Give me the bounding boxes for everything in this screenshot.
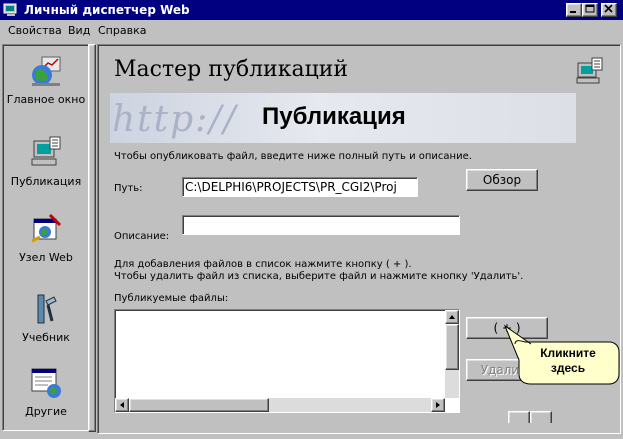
minimize-icon (570, 11, 576, 13)
app-icon (3, 3, 17, 16)
arrow-right-icon (436, 402, 440, 408)
wizard-next-button[interactable] (530, 411, 552, 423)
maximize-icon (585, 4, 595, 13)
list-vscroll[interactable] (445, 310, 459, 398)
callout-line-1: Кликните (540, 346, 596, 360)
sidebar-splitter[interactable] (88, 44, 96, 432)
sidebar-item-web-node[interactable]: Узел Web (3, 211, 89, 264)
publish-computer-icon (31, 136, 61, 166)
banner: http:// Публикация (110, 93, 576, 143)
list-hscroll[interactable] (115, 398, 445, 412)
tutorial-tools-icon (37, 294, 57, 324)
browse-button[interactable]: Обзор (466, 169, 538, 191)
list-scroll-left[interactable] (115, 398, 129, 412)
sidebar-item-home[interactable]: Главное окно (3, 53, 89, 106)
publish-header-icon (576, 57, 603, 84)
path-label: Путь: (114, 183, 143, 194)
arrow-up-icon (449, 315, 455, 319)
arrow-left-icon (120, 402, 124, 408)
menu-bar: Свойства Вид Справка (0, 20, 623, 40)
files-label: Публикуемые файлы: (114, 293, 229, 304)
sidebar-item-other[interactable]: Другие (3, 365, 89, 418)
list-scroll-thumb[interactable] (445, 324, 459, 370)
menu-properties[interactable]: Свойства (8, 24, 62, 37)
sidebar-item-label: Главное окно (6, 93, 86, 106)
menu-view[interactable]: Вид (68, 24, 90, 37)
page-title: Мастер публикаций (114, 57, 349, 82)
list-hscroll-thumb[interactable] (129, 398, 269, 412)
sidebar: Главное окно Публикация Узел Web Учебник (2, 44, 90, 431)
title-bar: Личный диспетчер Web (0, 0, 623, 20)
home-globe-icon (32, 56, 61, 86)
banner-watermark: http:// (112, 99, 238, 140)
help-text-delete: Чтобы удалить файл из списка, выберите ф… (114, 271, 524, 282)
list-scroll-up[interactable] (445, 310, 459, 324)
path-field[interactable]: C:\DELPHI6\PROJECTS\PR_CGI2\Proj (182, 177, 418, 197)
callout-text: Кликните здесь (522, 346, 614, 376)
close-icon (604, 4, 613, 13)
menu-help[interactable]: Справка (98, 24, 146, 37)
minimize-button[interactable] (566, 3, 582, 17)
sidebar-item-label: Публикация (10, 175, 82, 188)
other-window-icon (31, 368, 61, 398)
window-title: Личный диспетчер Web (24, 3, 190, 17)
maximize-button[interactable] (582, 3, 598, 17)
help-text-add: Для добавления файлов в список нажмите к… (114, 259, 412, 270)
description-field[interactable] (182, 215, 460, 235)
list-scroll-right[interactable] (431, 398, 445, 412)
web-node-icon (31, 213, 62, 243)
files-list[interactable] (114, 309, 460, 413)
sidebar-item-label: Узел Web (19, 251, 73, 264)
sidebar-item-tutorial[interactable]: Учебник (3, 291, 89, 344)
description-label: Описание: (114, 231, 170, 242)
sidebar-item-label: Учебник (22, 331, 70, 344)
sidebar-item-label: Другие (25, 405, 67, 418)
instruction-text: Чтобы опубликовать файл, введите ниже по… (114, 151, 472, 162)
banner-title: Публикация (262, 103, 406, 130)
callout-line-2: здесь (550, 361, 586, 375)
close-button[interactable] (601, 3, 617, 17)
sidebar-item-publish[interactable]: Публикация (3, 135, 89, 188)
wizard-back-button[interactable] (508, 411, 530, 423)
